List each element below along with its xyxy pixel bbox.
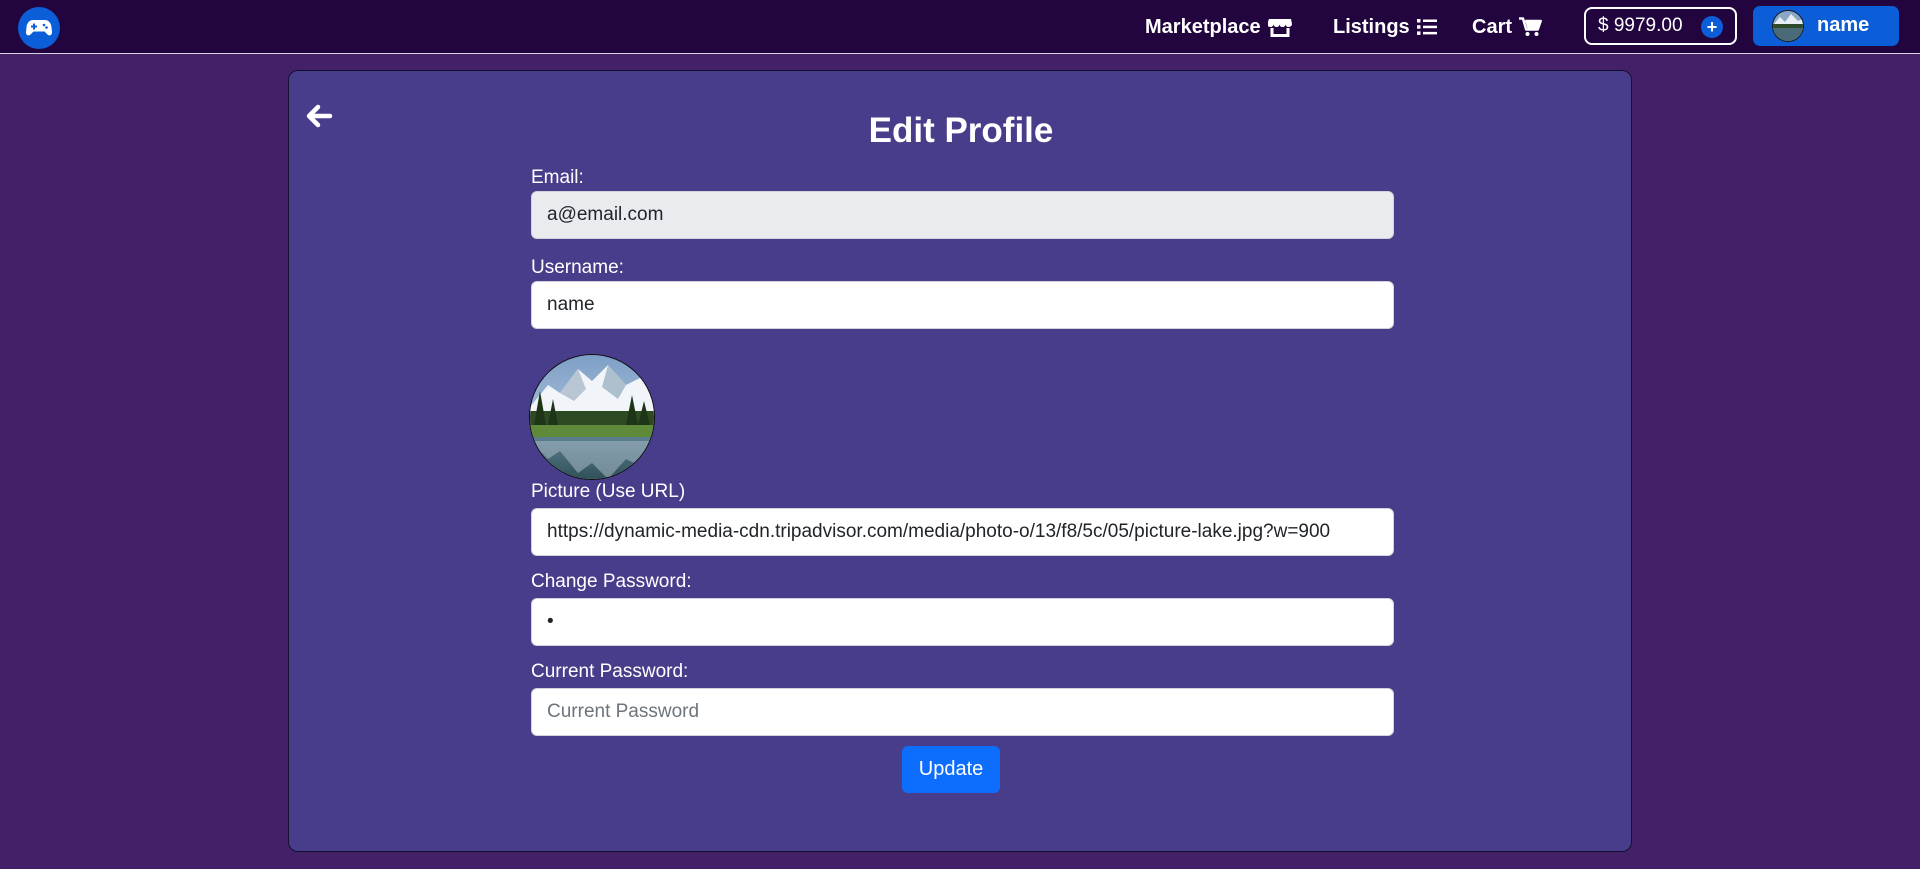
home-logo[interactable] xyxy=(18,7,60,49)
email-field xyxy=(531,191,1394,239)
nav-marketplace[interactable]: Marketplace xyxy=(1145,14,1292,40)
page-title: Edit Profile xyxy=(868,111,1054,150)
profile-picture xyxy=(529,354,655,480)
profile-picture-image xyxy=(530,355,654,479)
edit-profile-card: Edit Profile Email: Username: xyxy=(288,70,1632,852)
change-password-field[interactable] xyxy=(531,598,1394,646)
gamepad-icon xyxy=(26,20,52,36)
list-icon xyxy=(1416,19,1437,35)
current-password-field[interactable] xyxy=(531,688,1394,736)
store-icon xyxy=(1267,18,1292,37)
user-menu-button[interactable]: name xyxy=(1753,6,1899,46)
nav-cart-label: Cart xyxy=(1472,15,1513,38)
picture-url-field[interactable] xyxy=(531,508,1394,556)
plus-circle-icon[interactable]: + xyxy=(1701,16,1723,38)
current-password-label: Current Password: xyxy=(531,661,689,682)
balance-button[interactable]: $ 9979.00 + xyxy=(1584,7,1737,45)
avatar xyxy=(1772,10,1804,42)
nav-marketplace-label: Marketplace xyxy=(1145,15,1261,38)
top-navbar: Marketplace Listings Cart $ 9979.00 + na… xyxy=(0,0,1920,54)
balance-amount: $ 9979.00 xyxy=(1598,15,1683,36)
picture-label: Picture (Use URL) xyxy=(531,481,686,502)
nav-cart[interactable]: Cart xyxy=(1472,14,1542,40)
username-label: Username: xyxy=(531,257,624,278)
avatar-icon xyxy=(1773,11,1803,41)
nav-listings[interactable]: Listings xyxy=(1333,14,1437,40)
change-password-label: Change Password: xyxy=(531,571,692,592)
user-name: name xyxy=(1817,14,1870,36)
cart-icon xyxy=(1519,17,1542,36)
nav-listings-label: Listings xyxy=(1333,15,1410,38)
update-button[interactable]: Update xyxy=(902,746,1000,793)
email-label: Email: xyxy=(531,167,584,188)
username-field[interactable] xyxy=(531,281,1394,329)
